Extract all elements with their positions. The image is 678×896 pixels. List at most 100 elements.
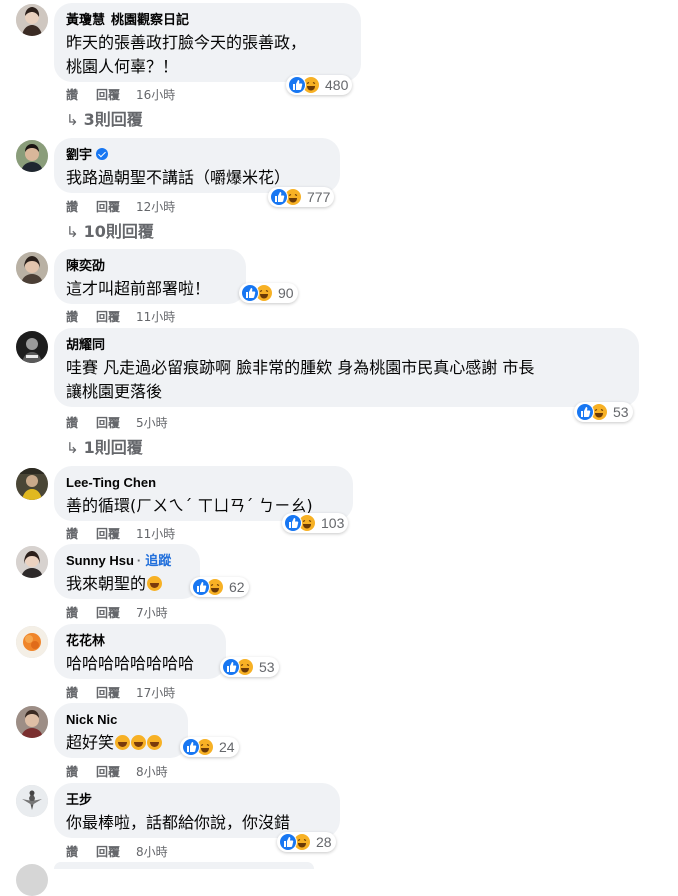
timestamp[interactable]: 5小時: [136, 414, 168, 431]
like-link[interactable]: 讚: [66, 308, 96, 325]
follow-button[interactable]: 追蹤: [145, 553, 171, 568]
avatar[interactable]: [16, 4, 48, 36]
reaction-summary[interactable]: 103: [282, 513, 349, 533]
like-link[interactable]: 讚: [66, 86, 96, 103]
view-replies-link[interactable]: ↳ 1則回覆: [66, 434, 143, 458]
comment-text: 昨天的張善政打臉今天的張善政， 桃園人何辜？！: [66, 33, 307, 76]
reply-link[interactable]: 回覆: [96, 763, 136, 780]
author-name[interactable]: Lee-Ting Chen: [66, 475, 156, 490]
reaction-summary[interactable]: 90: [239, 283, 298, 303]
reaction-summary[interactable]: 53: [574, 402, 633, 422]
avatar[interactable]: [16, 706, 48, 738]
reaction-summary[interactable]: 28: [277, 832, 336, 852]
comment-actions: 讚 回覆 5小時: [66, 414, 168, 431]
replies-count: 3則回覆: [83, 110, 143, 129]
thumbs-up-icon: [222, 658, 240, 676]
thumbs-up-icon: [182, 738, 200, 756]
avatar[interactable]: [16, 468, 48, 500]
comment-text: 我來朝聖的: [66, 574, 147, 593]
like-link[interactable]: 讚: [66, 843, 96, 860]
timestamp[interactable]: 11小時: [136, 308, 175, 325]
reaction-summary[interactable]: 24: [180, 737, 239, 757]
comment-actions: 讚 回覆 17小時: [66, 684, 175, 701]
avatar[interactable]: [16, 785, 48, 817]
comment-actions: 讚 回覆 11小時: [66, 525, 175, 542]
avatar[interactable]: [16, 331, 48, 363]
comment-text: 超好笑: [66, 733, 115, 752]
reply-link[interactable]: 回覆: [96, 414, 136, 431]
reply-link[interactable]: 回覆: [96, 308, 136, 325]
comment-actions: 讚 回覆 16小時: [66, 86, 175, 103]
view-replies-link[interactable]: ↳ 10則回覆: [66, 218, 154, 242]
reaction-count: 28: [316, 834, 332, 850]
thumbs-up-icon: [241, 284, 259, 302]
like-link[interactable]: 讚: [66, 684, 96, 701]
reaction-count: 24: [219, 739, 235, 755]
reply-link[interactable]: 回覆: [96, 604, 136, 621]
reaction-count: 777: [307, 189, 331, 205]
comment-text: 這才叫超前部署啦！: [66, 279, 211, 298]
like-link[interactable]: 讚: [66, 763, 96, 780]
timestamp[interactable]: 8小時: [136, 843, 168, 860]
avatar[interactable]: [16, 546, 48, 578]
reaction-count: 103: [321, 515, 345, 531]
author-name[interactable]: 王步: [66, 792, 92, 807]
comment-bubble: 黃瓊慧 桃園觀察日記 昨天的張善政打臉今天的張善政， 桃園人何辜？！: [54, 3, 361, 82]
thumbs-up-icon: [284, 514, 302, 532]
comment-bubble: 王步 你最棒啦，話都給你說，你沒錯: [54, 783, 340, 838]
avatar[interactable]: [16, 252, 48, 284]
comment-actions: 讚 回覆 8小時: [66, 843, 168, 860]
reply-link[interactable]: 回覆: [96, 684, 136, 701]
avatar[interactable]: [16, 140, 48, 172]
reply-arrow-icon: ↳: [66, 111, 79, 129]
comment-bubble: 胡耀同 哇賽 凡走過必留痕跡啊 臉非常的腫欸 身為桃園市民真心感謝 市長 讓桃園…: [54, 328, 639, 407]
reply-link[interactable]: 回覆: [96, 843, 136, 860]
author-name[interactable]: 花花林: [66, 633, 105, 648]
comment-actions: 讚 回覆 7小時: [66, 604, 168, 621]
comment-actions: 讚 回覆 11小時: [66, 308, 175, 325]
timestamp[interactable]: 7小時: [136, 604, 168, 621]
comment-bubble: Nick Nic 超好笑: [54, 703, 188, 758]
laughing-face-icon: [115, 735, 131, 750]
thumbs-up-icon: [270, 188, 288, 206]
reply-arrow-icon: ↳: [66, 439, 79, 457]
reaction-count: 90: [278, 285, 294, 301]
comment-text: 哇賽 凡走過必留痕跡啊 臉非常的腫欸 身為桃園市民真心感謝 市長 讓桃園更落後: [66, 358, 535, 401]
comment-actions: 讚 回覆 12小時: [66, 198, 175, 215]
author-name[interactable]: 黃瓊慧: [66, 12, 105, 27]
comment-bubble: 劉宇 我路過朝聖不講話（嚼爆米花）: [54, 138, 340, 193]
laughing-face-icon: [147, 576, 163, 591]
reply-link[interactable]: 回覆: [96, 525, 136, 542]
reaction-summary[interactable]: 53: [220, 657, 279, 677]
author-name[interactable]: Sunny Hsu: [66, 553, 134, 568]
timestamp[interactable]: 11小時: [136, 525, 175, 542]
author-name[interactable]: Nick Nic: [66, 712, 117, 727]
comment-text: 哈哈哈哈哈哈哈哈: [66, 654, 195, 673]
reaction-summary[interactable]: 480: [286, 75, 353, 95]
author-name[interactable]: 陳奕劭: [66, 258, 105, 273]
view-replies-link[interactable]: ↳ 3則回覆: [66, 106, 143, 130]
timestamp[interactable]: 8小時: [136, 763, 168, 780]
author-name[interactable]: 劉宇: [66, 147, 92, 162]
timestamp[interactable]: 17小時: [136, 684, 175, 701]
timestamp[interactable]: 16小時: [136, 86, 175, 103]
author-name[interactable]: 胡耀同: [66, 337, 105, 352]
reaction-summary[interactable]: 62: [190, 577, 249, 597]
like-link[interactable]: 讚: [66, 604, 96, 621]
like-link[interactable]: 讚: [66, 198, 96, 215]
reaction-summary[interactable]: 777: [268, 187, 335, 207]
timestamp[interactable]: 12小時: [136, 198, 175, 215]
reply-arrow-icon: ↳: [66, 223, 79, 241]
avatar[interactable]: [16, 626, 48, 658]
reply-link[interactable]: 回覆: [96, 86, 136, 103]
laughing-face-icon: [147, 735, 163, 750]
reaction-count: 480: [325, 77, 349, 93]
thumbs-up-icon: [192, 578, 210, 596]
comment-bubble: 陳奕劭 這才叫超前部署啦！: [54, 249, 246, 304]
comment-bubble: 花花林 哈哈哈哈哈哈哈哈: [54, 624, 226, 679]
like-link[interactable]: 讚: [66, 414, 96, 431]
reply-link[interactable]: 回覆: [96, 198, 136, 215]
thumbs-up-icon: [279, 833, 297, 851]
like-link[interactable]: 讚: [66, 525, 96, 542]
author-subtitle[interactable]: 桃園觀察日記: [111, 12, 189, 27]
